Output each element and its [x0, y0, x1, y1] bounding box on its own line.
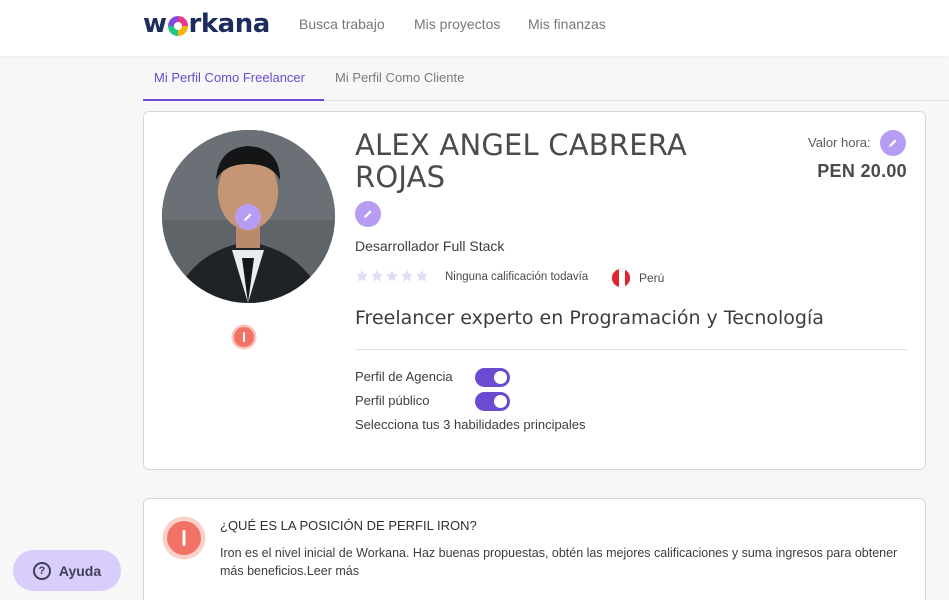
pencil-icon	[889, 139, 897, 147]
section-divider	[355, 349, 907, 350]
read-more-link[interactable]: Leer más	[307, 564, 359, 578]
star-icon	[416, 270, 428, 282]
freelancer-role: Desarrollador Full Stack	[355, 238, 505, 254]
iron-level-badge	[162, 516, 206, 560]
iron-badge	[231, 324, 257, 350]
iron-card-description: Iron es el nivel inicial de Workana. Haz…	[220, 544, 910, 580]
nav-mis-finanzas[interactable]: Mis finanzas	[528, 16, 606, 32]
question-icon: ?	[32, 561, 51, 580]
star-icon	[401, 270, 413, 282]
hourly-rate-value: PEN 20.00	[817, 161, 907, 181]
rating-text: Ninguna calificación todavía	[445, 271, 589, 283]
edit-rate-button[interactable]	[880, 130, 906, 156]
freelancer-name: ALEX ANGEL CABRERA ROJAS	[355, 128, 687, 194]
help-button[interactable]: ? Ayuda	[13, 550, 121, 591]
edit-photo-button[interactable]	[235, 204, 261, 230]
pencil-icon	[364, 210, 372, 218]
select-skills-link[interactable]: Selecciona tus 3 habilidades principales	[355, 417, 586, 432]
peru-flag-icon	[611, 268, 631, 288]
tab-freelancer-profile[interactable]: Mi Perfil Como Freelancer	[154, 70, 305, 85]
tab-client-profile[interactable]: Mi Perfil Como Cliente	[335, 70, 464, 85]
country-label: Perú	[639, 271, 665, 285]
edit-name-button[interactable]	[355, 201, 381, 227]
help-label: Ayuda	[58, 562, 102, 579]
nav-mis-proyectos[interactable]: Mis proyectos	[414, 16, 500, 32]
star-icon	[371, 270, 383, 282]
workana-logo[interactable]: w rkana	[143, 9, 270, 39]
logo-circle-icon	[167, 16, 188, 36]
iron-card-title: ¿QUÉ ES LA POSICIÓN DE PERFIL IRON?	[220, 518, 477, 533]
profile-headline: Freelancer experto en Programación y Tec…	[355, 307, 824, 329]
logo-text-right: rkana	[188, 9, 271, 39]
logo-text-left: w	[143, 9, 167, 39]
public-profile-toggle[interactable]	[475, 392, 510, 411]
public-profile-label: Perfil público	[355, 393, 430, 408]
active-tab-indicator	[143, 99, 324, 101]
nav-busca-trabajo[interactable]: Busca trabajo	[299, 16, 385, 32]
pencil-icon	[244, 213, 252, 221]
star-icon	[356, 270, 368, 282]
profile-tabs: Mi Perfil Como Freelancer Mi Perfil Como…	[143, 56, 949, 101]
top-navbar: w rkana Busca trabajo Mis proyectos Mis f…	[0, 0, 949, 56]
star-icon	[386, 270, 398, 282]
rating-stars	[355, 269, 429, 283]
agency-profile-toggle[interactable]	[475, 368, 510, 387]
hourly-rate-label: Valor hora:	[808, 135, 871, 150]
agency-profile-label: Perfil de Agencia	[355, 369, 453, 384]
